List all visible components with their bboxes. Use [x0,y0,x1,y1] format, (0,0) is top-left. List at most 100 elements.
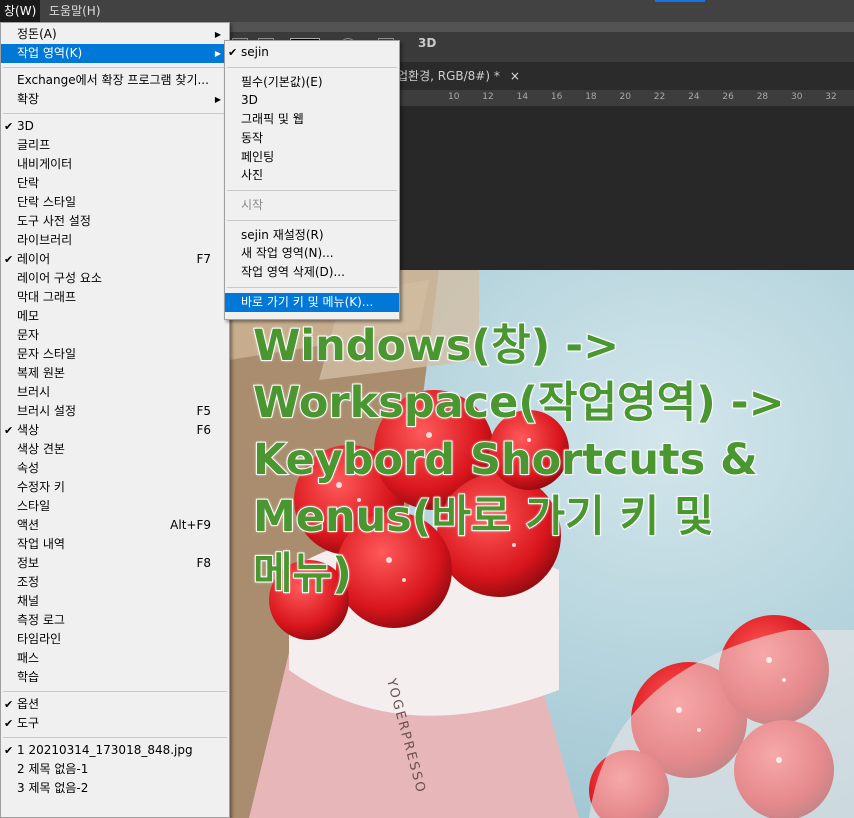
document-tab[interactable]: 업환경, RGB/8#) * × [397,62,520,90]
ruler-tick: 24 [688,92,700,102]
check-icon: ✔ [4,253,14,266]
menu-item[interactable]: 문자 스타일 [1,345,229,364]
menu-item[interactable]: 브러시 설정 F5 [1,402,229,421]
menu-bar: 창(W) 도움말(H) [0,0,854,22]
menu-item[interactable]: sejin 재설정(R) [225,226,399,245]
ruler-tick: 20 [619,92,631,102]
menu-shortcut: F7 [196,252,211,266]
menu-item[interactable]: 정돈(A) ▶ [1,25,229,44]
menu-item[interactable]: 채널 [1,592,229,611]
menu-item[interactable]: 3 제목 없음-2 [1,779,229,798]
accent-bar [655,0,705,2]
menu-item[interactable]: 문자 [1,326,229,345]
menu-item-label: 학습 [17,670,40,684]
menu-item-label: 색상 [17,423,40,437]
check-icon: ✔ [4,698,14,711]
menu-item[interactable]: 사진 [225,166,399,185]
menu-separator [227,189,397,191]
menu-item[interactable]: 페인팅 [225,148,399,167]
menu-item[interactable]: ✔ 색상 F6 [1,421,229,440]
menu-item-label: 채널 [17,594,40,608]
menu-item[interactable]: 필수(기본값)(E) [225,73,399,92]
menu-help[interactable]: 도움말(H) [45,0,105,22]
menu-item[interactable]: ✔ 3D [1,117,229,136]
menu-item[interactable]: ✔ 도구 [1,714,229,733]
menu-item-label: 1 20210314_173018_848.jpg [17,743,193,757]
menu-item[interactable]: 작업 내역 [1,535,229,554]
menu-item[interactable]: 브러시 [1,383,229,402]
menu-item-label: 메모 [17,309,40,323]
check-icon: ✔ [4,717,14,730]
menu-item-label: 내비게이터 [17,157,73,171]
menu-shortcut: F8 [196,556,211,570]
menu-item[interactable]: ✔ sejin [225,43,399,62]
close-icon[interactable]: × [510,69,520,83]
menu-item[interactable]: 수정자 키 [1,478,229,497]
menu-item[interactable]: 스타일 [1,497,229,516]
menu-item[interactable]: 새 작업 영역(N)... [225,244,399,263]
menu-item[interactable]: 정보 F8 [1,554,229,573]
menu-item[interactable]: 막대 그래프 [1,288,229,307]
menu-item[interactable]: 2 제목 없음-1 [1,760,229,779]
menu-item[interactable]: 조정 [1,573,229,592]
menu-separator [3,67,227,68]
ruler-tick: 22 [653,92,666,102]
workspace-submenu: ✔ sejin 필수(기본값)(E) 3D 그래픽 및 웹 동작 페인팅 사진 시작 sejin … [224,40,400,320]
menu-item-label: 색상 견본 [17,442,65,456]
menu-item[interactable]: 동작 [225,129,399,148]
menu-item-label: 수정자 키 [17,480,65,494]
menu-item-label: 문자 스타일 [17,347,77,361]
menu-item-label: 패스 [17,651,40,665]
menu-item-label: 도구 [17,716,40,730]
menu-window[interactable]: 창(W) [0,0,41,22]
submenu-arrow-icon: ▶ [214,95,221,104]
mode-3d-button[interactable]: 3D [418,36,436,50]
ruler-tick: 30 [791,92,803,102]
menu-item[interactable]: 글리프 [1,136,229,155]
menu-item-label: 조정 [17,575,40,589]
menu-item[interactable]: 작업 영역(K) ▶ [1,44,229,63]
menu-item[interactable]: 측정 로그 [1,611,229,630]
menu-item[interactable]: 액션 Alt+F9 [1,516,229,535]
menu-item[interactable]: 작업 영역 삭제(D)... [225,263,399,282]
menu-item-label: 막대 그래프 [17,290,77,304]
check-icon: ✔ [4,424,14,437]
menu-separator [3,113,227,114]
menu-item[interactable]: 타임라인 [1,630,229,649]
menu-item[interactable]: 바로 가기 키 및 메뉴(K)... [225,292,399,312]
menu-separator [227,219,397,221]
menu-item[interactable]: 내비게이터 [1,155,229,174]
menu-item-label: Exchange에서 확장 프로그램 찾기... [17,73,209,87]
menu-item-label: 단락 스타일 [17,195,77,209]
menu-item-label: 3 제목 없음-2 [17,781,89,795]
ruler-tick: 10 [448,92,460,102]
menu-item[interactable]: 메모 [1,307,229,326]
menu-item[interactable]: 라이브러리 [1,231,229,250]
menu-item[interactable]: ✔ 옵션 [1,695,229,714]
menu-item[interactable]: 색상 견본 [1,440,229,459]
ruler-tick: 16 [550,92,563,102]
menu-item[interactable]: 패스 [1,649,229,668]
menu-item[interactable]: 단락 스타일 [1,193,229,212]
menu-item[interactable]: 확장 ▶ [1,90,229,109]
ruler-tick: 18 [585,92,597,102]
menu-item[interactable]: 그래픽 및 웹 [225,110,399,129]
menu-item-label: 라이브러리 [17,233,73,247]
ruler-tick: 32 [825,92,837,102]
menu-item-label: 단락 [17,176,40,190]
overlay-line: Keybord Shortcuts & [252,434,759,486]
menu-item[interactable]: 단락 [1,174,229,193]
menu-item[interactable]: 학습 [1,668,229,687]
menu-item[interactable]: ✔ 레이어 F7 [1,250,229,269]
menu-item[interactable]: 복제 원본 [1,364,229,383]
menu-item-label: 도구 사전 설정 [17,214,91,228]
menu-item-label: 정보 [17,556,40,570]
menu-item[interactable]: 도구 사전 설정 [1,212,229,231]
menu-item[interactable]: 레이어 구성 요소 [1,269,229,288]
menu-item[interactable]: 속성 [1,459,229,478]
check-icon: ✔ [4,744,14,757]
menu-item[interactable]: ✔ 1 20210314_173018_848.jpg [1,741,229,760]
menu-item-label: 옵션 [17,697,40,711]
menu-item[interactable]: Exchange에서 확장 프로그램 찾기... [1,71,229,90]
menu-item[interactable]: 3D [225,91,399,110]
